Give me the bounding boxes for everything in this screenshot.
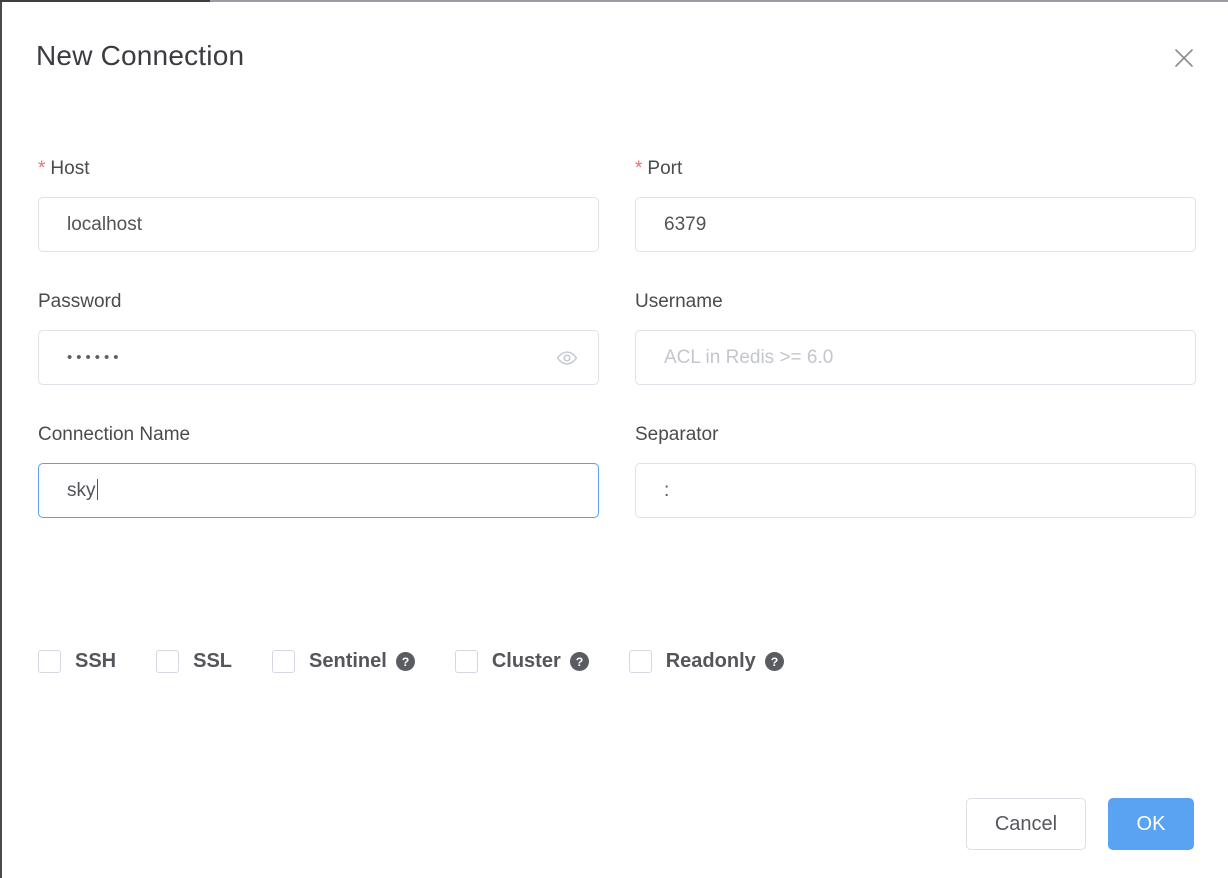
host-label: * Host xyxy=(38,157,599,181)
checkbox-ssl[interactable]: SSL xyxy=(156,650,232,673)
field-port: * Port 6379 xyxy=(635,157,1196,252)
cancel-button[interactable]: Cancel xyxy=(966,798,1086,850)
connection-name-input-value: sky xyxy=(39,478,98,503)
host-input-value: localhost xyxy=(67,213,142,235)
dialog-title: New Connection xyxy=(36,40,245,71)
help-icon[interactable]: ? xyxy=(395,652,415,671)
username-input-placeholder: ACL in Redis >= 6.0 xyxy=(664,346,834,368)
close-icon[interactable] xyxy=(1168,42,1200,74)
port-label-text: Port xyxy=(647,158,683,179)
field-password: Password •••••• xyxy=(38,290,599,385)
svg-text:?: ? xyxy=(770,655,778,669)
new-connection-dialog: New Connection * Host localhost * Port 6… xyxy=(0,0,1228,878)
separator-input[interactable]: : xyxy=(635,463,1196,518)
port-label: * Port xyxy=(635,157,1196,181)
port-input[interactable]: 6379 xyxy=(635,197,1196,252)
checkbox-label-ssl: SSL xyxy=(193,650,233,672)
help-icon[interactable]: ? xyxy=(764,652,784,671)
required-asterisk: * xyxy=(38,158,46,179)
field-username: Username ACL in Redis >= 6.0 xyxy=(635,290,1196,385)
checkbox-label-sentinel: Sentinel xyxy=(309,650,387,672)
host-label-text: Host xyxy=(50,158,90,179)
password-input-value: •••••• xyxy=(67,348,123,366)
checkbox-box-cluster[interactable] xyxy=(454,650,478,673)
separator-input-value: : xyxy=(664,479,670,501)
checkbox-ssh[interactable]: SSH xyxy=(38,650,116,673)
host-input[interactable]: localhost xyxy=(38,197,599,252)
connection-name-text: sky xyxy=(67,479,96,501)
checkbox-box-readonly[interactable] xyxy=(628,650,652,673)
password-label: Password xyxy=(38,291,122,312)
form-row-name-separator: Connection Name sky Separator : xyxy=(38,423,1196,518)
dialog-footer: Cancel OK xyxy=(966,798,1194,850)
connection-options: SSH SSL Sentinel ? Cluster ? Readonly ? xyxy=(38,650,824,673)
svg-text:?: ? xyxy=(402,655,410,669)
field-connection-name: Connection Name sky xyxy=(38,423,599,518)
checkbox-box-ssh[interactable] xyxy=(38,650,61,673)
help-icon[interactable]: ? xyxy=(569,652,589,671)
field-host: * Host localhost xyxy=(38,157,599,252)
port-input-value: 6379 xyxy=(664,213,707,235)
connection-name-label: Connection Name xyxy=(38,424,191,445)
checkbox-box-sentinel[interactable] xyxy=(272,650,296,673)
required-asterisk: * xyxy=(635,158,643,179)
checkbox-label-readonly: Readonly xyxy=(665,650,756,672)
password-input[interactable]: •••••• xyxy=(38,330,599,385)
checkbox-readonly[interactable]: Readonly ? xyxy=(628,650,784,673)
checkbox-box-ssl[interactable] xyxy=(156,650,180,673)
field-separator: Separator : xyxy=(635,423,1196,518)
eye-icon[interactable] xyxy=(554,345,580,371)
svg-text:?: ? xyxy=(575,655,583,669)
text-cursor xyxy=(96,478,98,500)
dialog-header: New Connection xyxy=(2,2,1228,112)
checkbox-label-cluster: Cluster xyxy=(491,650,561,672)
checkbox-cluster[interactable]: Cluster ? xyxy=(454,650,589,673)
form-row-password-username: Password •••••• Username ACL in Redis >=… xyxy=(38,290,1196,385)
checkbox-label-ssh: SSH xyxy=(75,650,117,672)
form-row-host-port: * Host localhost * Port 6379 xyxy=(38,157,1196,252)
username-label: Username xyxy=(635,291,723,312)
checkbox-sentinel[interactable]: Sentinel ? xyxy=(272,650,415,673)
ok-button[interactable]: OK xyxy=(1108,798,1194,850)
connection-name-input[interactable]: sky xyxy=(38,463,599,518)
separator-label: Separator xyxy=(635,424,719,445)
username-input[interactable]: ACL in Redis >= 6.0 xyxy=(635,330,1196,385)
connection-form: * Host localhost * Port 6379 Password ••… xyxy=(38,157,1196,556)
